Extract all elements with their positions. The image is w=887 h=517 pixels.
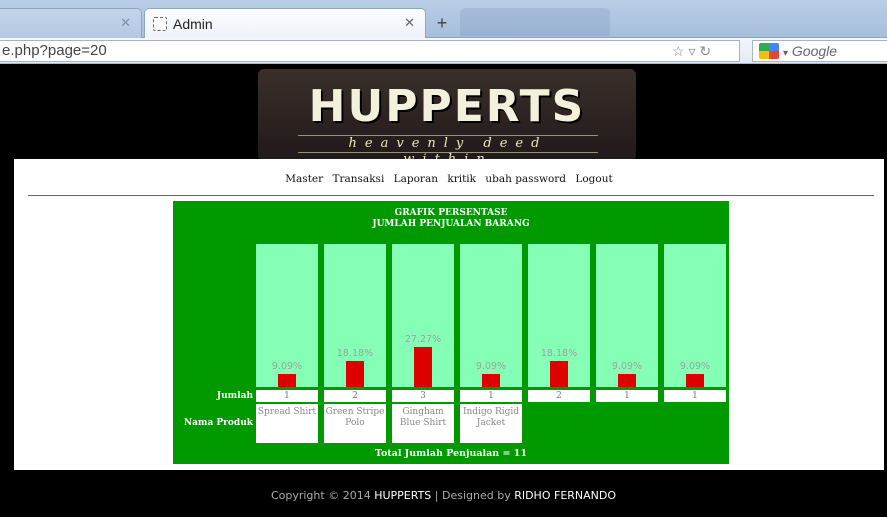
search-dropdown-icon[interactable]: ▾: [783, 48, 788, 59]
chart-percent-label: 18.18%: [336, 348, 374, 359]
chart-percent-label: 9.09%: [475, 361, 507, 372]
total-sales-label: Total Jumlah Penjualan = 11: [374, 448, 527, 459]
main-content: Master Transaksi Laporan kritik ubah pas…: [14, 159, 884, 470]
google-logo-icon: [759, 43, 779, 59]
chart-count-cell: 1: [596, 390, 658, 402]
logo-title: HUPPERTS: [308, 81, 586, 132]
search-engine-label: Google: [791, 43, 838, 59]
browser-tab-bar: ✕ Admin ✕ +: [0, 0, 887, 39]
chart-bar: [550, 361, 568, 387]
chart-title-line2: JUMLAH PENJUALAN BARANG: [372, 219, 530, 229]
sales-percentage-chart: GRAFIK PERSENTASE JUMLAH PENJUALAN BARAN…: [173, 201, 729, 464]
menu-item-kritik[interactable]: kritik: [447, 173, 476, 185]
menu-item-logout[interactable]: Logout: [575, 173, 612, 185]
footer-designed-by: | Designed by: [431, 489, 515, 502]
row-label-jumlah: Jumlah: [216, 391, 253, 401]
new-tab-button[interactable]: +: [430, 13, 454, 35]
browser-tab-inactive[interactable]: ✕: [0, 8, 142, 38]
chart-title-line1: GRAFIK PERSENTASE: [394, 208, 508, 218]
chart-percent-label: 18.18%: [540, 348, 578, 359]
background-tab[interactable]: [460, 8, 610, 36]
chart-bar: [414, 347, 432, 387]
chart-count-cell: 2: [528, 390, 590, 402]
chart-product-name: Gingham Blue Shirt: [392, 404, 454, 443]
close-tab-icon[interactable]: ✕: [120, 15, 131, 31]
menu-item-master[interactable]: Master: [285, 173, 323, 185]
tab-title: Admin: [173, 16, 213, 32]
bookmark-star-icon[interactable]: ☆: [672, 43, 685, 59]
footer: Copyright © 2014 HUPPERTS | Designed by …: [0, 489, 887, 502]
close-tab-icon[interactable]: ✕: [404, 15, 415, 31]
reload-icon[interactable]: ↻: [699, 43, 711, 59]
chart-count-cell: 1: [460, 390, 522, 402]
chart-product-name: Spread Shirt: [256, 404, 318, 443]
menu-item-ubah-password[interactable]: ubah password: [485, 173, 566, 185]
browser-nav-bar: e.php?page=20 ☆ ▿ ↻ ▾ Google: [0, 38, 887, 64]
chart-percent-label: 9.09%: [271, 361, 303, 372]
chart-count-cell: 2: [324, 390, 386, 402]
footer-designer: RIDHO FERNANDO: [514, 489, 617, 502]
chart-product-name: Green Stripe Polo: [324, 404, 386, 443]
chart-count-cell: 3: [392, 390, 454, 402]
row-label-nama-produk: Nama Produk: [183, 418, 253, 428]
footer-copyright: Copyright © 2014: [270, 489, 375, 502]
main-menu: Master Transaksi Laporan kritik ubah pas…: [14, 173, 884, 185]
chart-bar: [686, 374, 704, 387]
chart-bar: [278, 374, 296, 387]
menu-item-transaksi[interactable]: Transaksi: [333, 173, 385, 185]
page-body: HUPPERTS heavenly deed within Master Tra…: [0, 65, 887, 517]
browser-tab-admin[interactable]: Admin ✕: [144, 8, 426, 39]
logo-tagline: heavenly deed within: [298, 135, 598, 167]
chart-percent-label: 9.09%: [611, 361, 643, 372]
address-bar[interactable]: e.php?page=20: [0, 40, 740, 62]
search-box[interactable]: ▾ Google: [752, 40, 887, 62]
chart-percent-label: 27.27%: [404, 334, 442, 345]
chart-bar: [346, 361, 364, 387]
address-bar-icons: ☆ ▿ ↻: [672, 43, 711, 60]
chart-bar: [618, 374, 636, 387]
chart-count-cell: 1: [664, 390, 726, 402]
divider: [28, 195, 874, 196]
chart-title: GRAFIK PERSENTASE JUMLAH PENJUALAN BARAN…: [173, 208, 729, 230]
chart-bar: [482, 374, 500, 387]
history-dropdown-icon[interactable]: ▿: [688, 43, 695, 59]
site-logo: HUPPERTS heavenly deed within: [258, 69, 636, 167]
menu-item-laporan[interactable]: Laporan: [394, 173, 438, 185]
chart-product-name: Indigo Rigid Jacket: [460, 404, 522, 443]
page-favicon-icon: [153, 17, 167, 31]
chart-count-cell: 1: [256, 390, 318, 402]
footer-brand: HUPPERTS: [374, 489, 432, 502]
chart-percent-label: 9.09%: [679, 361, 711, 372]
